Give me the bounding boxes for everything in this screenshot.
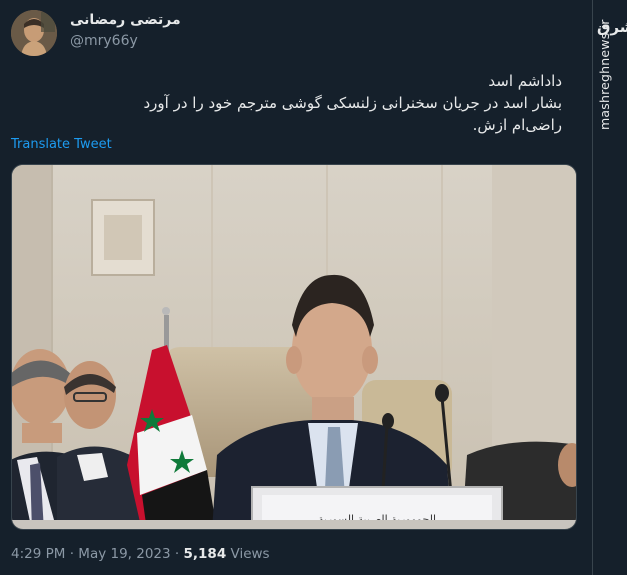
tweet-text-line: داداشم اسد [488, 72, 562, 90]
tweet-time[interactable]: 4:29 PM [11, 546, 65, 562]
meta-separator: · [174, 546, 180, 562]
tweet-text-line: راضی‌ام ازش. [472, 116, 562, 134]
views-count[interactable]: 5,184 [184, 546, 227, 562]
tweet-date[interactable]: May 19, 2023 [78, 546, 170, 562]
tweet-text: داداشم اسد بشار اسد در جریان سخنرانی زلن… [22, 70, 563, 136]
tweet-media-image[interactable]: الجمهورية العربية السورية [11, 164, 577, 530]
tweet-text-line: بشار اسد در جریان سخنرانی زلنسکی گوشی مت… [143, 94, 563, 112]
tweet-meta: 4:29 PM · May 19, 2023 · 5,184 Views [11, 546, 270, 562]
author-display-name[interactable]: مرتضی رمضانی [70, 12, 181, 28]
avatar[interactable] [11, 10, 57, 56]
tweet-card: مرتضی رمضانی @mry66y داداشم اسد بشار اسد… [0, 0, 592, 575]
views-label: Views [230, 546, 270, 562]
meta-separator: · [69, 546, 74, 562]
watermark-site-text: mashreghnews.ir [597, 19, 612, 130]
author-handle[interactable]: @mry66y [70, 33, 138, 49]
translate-tweet-link[interactable]: Translate Tweet [11, 137, 112, 152]
watermark-sidebar: مشرق mashreghnews.ir [592, 0, 627, 575]
